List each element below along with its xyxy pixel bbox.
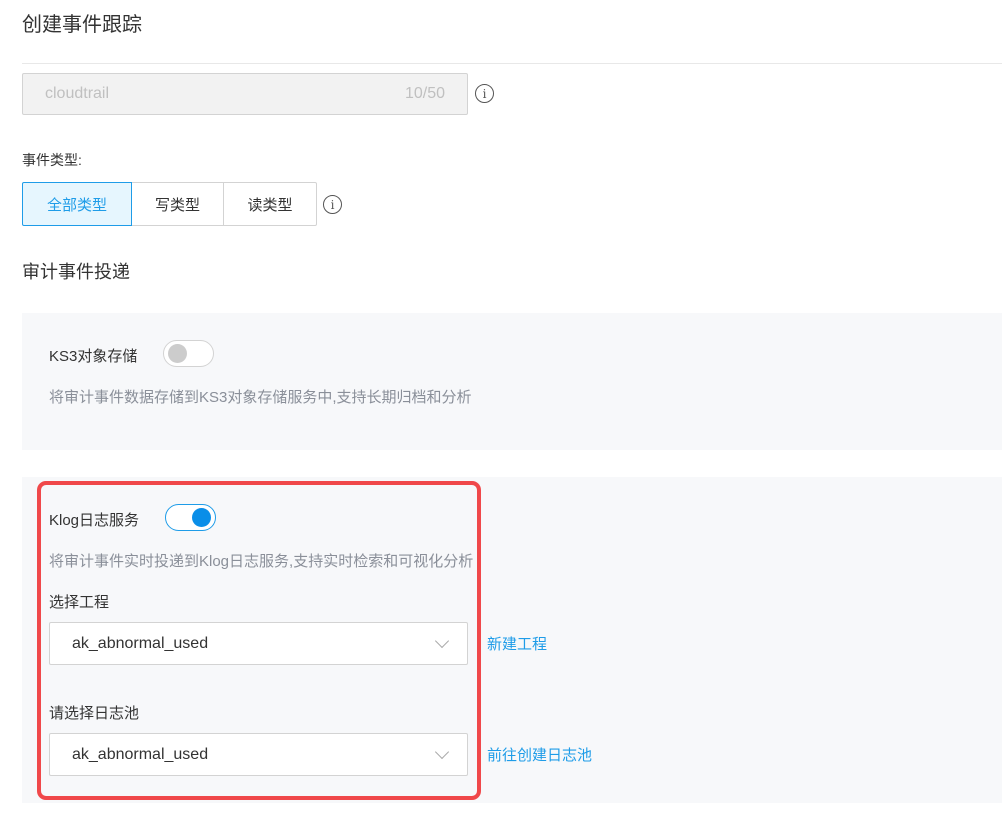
ks3-description: 将审计事件数据存储到KS3对象存储服务中,支持长期归档和分析: [49, 389, 472, 406]
event-type-all[interactable]: 全部类型: [22, 182, 132, 226]
info-icon[interactable]: i: [323, 195, 342, 214]
event-type-label: 事件类型:: [22, 152, 82, 168]
event-type-write[interactable]: 写类型: [131, 182, 224, 226]
tracker-name-input[interactable]: cloudtrail 10/50: [22, 73, 468, 115]
ks3-label: KS3对象存储: [49, 348, 138, 365]
ks3-panel: [22, 313, 1002, 450]
info-icon[interactable]: i: [475, 84, 494, 103]
delivery-section-title: 审计事件投递: [22, 262, 130, 282]
char-counter: 10/50: [404, 85, 445, 102]
event-type-segmented: 全部类型 写类型 读类型: [22, 182, 317, 226]
new-project-link[interactable]: 新建工程: [487, 633, 547, 654]
ks3-toggle[interactable]: [163, 340, 214, 367]
page-title: 创建事件跟踪: [22, 14, 142, 36]
create-pool-link[interactable]: 前往创建日志池: [487, 744, 592, 765]
event-type-read[interactable]: 读类型: [223, 182, 317, 226]
tracker-name-value: cloudtrail: [45, 85, 110, 102]
highlight-box: [37, 481, 481, 800]
divider: [22, 63, 1002, 64]
